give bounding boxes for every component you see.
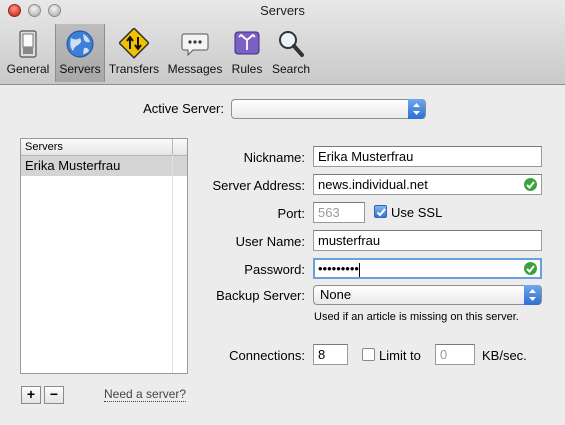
nickname-label: Nickname: [243, 150, 305, 165]
toolbar-label: Messages [167, 62, 223, 76]
toolbar-general[interactable]: General [4, 24, 52, 82]
preferences-window: Servers General Servers Transfers Messag… [0, 0, 565, 425]
use-ssl-label: Use SSL [391, 205, 443, 220]
transfer-sign-icon [119, 28, 149, 59]
need-a-server-link[interactable]: Need a server? [104, 388, 187, 402]
text-cursor [358, 262, 360, 277]
toolbar-search[interactable]: Search [270, 24, 312, 82]
toolbar-label: Transfers [108, 62, 160, 76]
port-label: Port: [277, 206, 305, 221]
limit-checkbox[interactable] [362, 348, 375, 361]
port-value: 563 [318, 205, 340, 220]
globe-icon [66, 30, 94, 58]
backup-server-popup[interactable]: None [313, 285, 542, 305]
toolbar-servers[interactable]: Servers [55, 24, 105, 82]
limit-unit: KB/sec. [482, 348, 527, 363]
user-name-label: User Name: [235, 234, 305, 249]
limit-field[interactable]: 0 [435, 344, 475, 365]
toolbar-label: General [6, 62, 50, 76]
check-icon [376, 208, 386, 217]
limit-label: Limit to [379, 348, 421, 363]
connections-value: 8 [318, 347, 326, 362]
user-name-field[interactable]: musterfrau [313, 230, 542, 251]
backup-server-label: Backup Server: [216, 288, 305, 303]
user-name-value: musterfrau [318, 233, 381, 248]
popup-arrows-icon [524, 285, 541, 305]
nickname-field[interactable]: Erika Musterfrau [313, 146, 542, 167]
checkmark-icon [524, 262, 537, 275]
toolbar-label: Search [271, 62, 311, 76]
server-address-field[interactable]: news.individual.net [313, 174, 542, 195]
limit-value: 0 [440, 347, 448, 362]
add-server-button[interactable]: + [21, 386, 41, 404]
server-list-header: Servers [21, 139, 187, 156]
scroll-divider [172, 155, 173, 373]
magnifier-icon [279, 31, 304, 57]
toolbar-messages[interactable]: Messages [166, 24, 224, 82]
toolbar-label: Rules [231, 62, 263, 76]
checkmark-icon [524, 178, 537, 191]
server-list[interactable]: Servers Erika Musterfrau [20, 138, 188, 374]
column-divider [172, 139, 173, 155]
remove-server-button[interactable]: − [44, 386, 64, 404]
list-item[interactable]: Erika Musterfrau [21, 156, 187, 176]
title-toolbar: Servers General Servers Transfers Messag… [0, 0, 565, 85]
server-list-header-label: Servers [25, 141, 63, 153]
connections-field[interactable]: 8 [313, 344, 348, 365]
connections-label: Connections: [229, 348, 305, 363]
popup-arrows-icon [408, 99, 425, 119]
port-field[interactable]: 563 [313, 202, 365, 223]
switch-icon [19, 30, 37, 58]
password-value: ••••••••• [318, 261, 359, 276]
active-server-popup[interactable] [231, 99, 426, 119]
password-field[interactable]: ••••••••• [313, 258, 542, 279]
active-server-label: Active Server: [143, 101, 224, 116]
toolbar-label: Servers [59, 62, 101, 76]
backup-server-value: None [320, 287, 352, 302]
speech-bubble-icon [181, 33, 209, 57]
window-title: Servers [260, 3, 305, 18]
nickname-value: Erika Musterfrau [318, 149, 414, 164]
server-address-label: Server Address: [212, 178, 306, 193]
rules-icon [234, 31, 260, 55]
toolbar-rules[interactable]: Rules [228, 24, 266, 82]
use-ssl-checkbox[interactable] [374, 205, 387, 218]
toolbar-transfers[interactable]: Transfers [106, 24, 162, 82]
server-address-value: news.individual.net [318, 177, 428, 192]
password-label: Password: [244, 262, 305, 277]
backup-hint: Used if an article is missing on this se… [314, 311, 519, 323]
